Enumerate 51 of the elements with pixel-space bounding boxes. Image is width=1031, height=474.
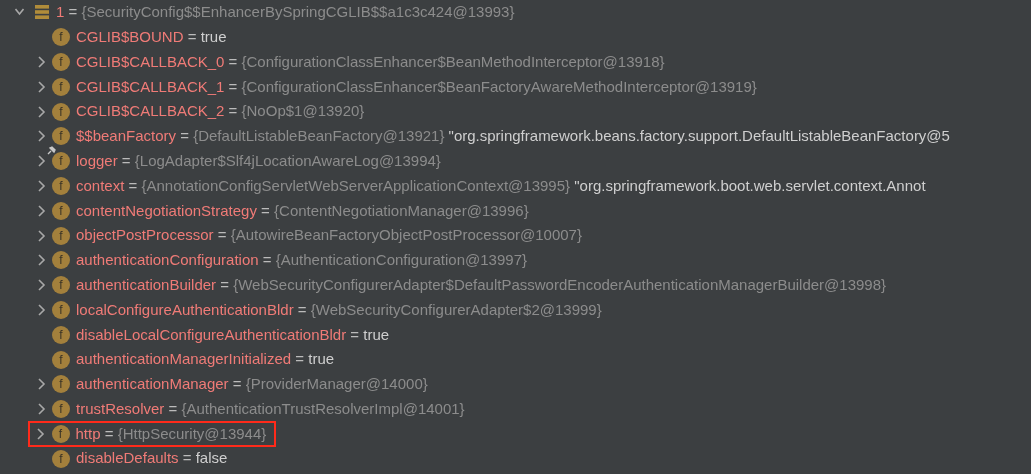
field-icon: f	[52, 53, 70, 71]
expand-chevron-icon[interactable]	[36, 56, 46, 68]
field-icon: f	[52, 226, 70, 245]
field-icon: f	[52, 400, 70, 419]
field-icon: f	[52, 201, 70, 220]
variable-entry: objectPostProcessor = {AutowireBeanFactoryObjectPostProcessor@10007}	[76, 225, 582, 246]
expand-chevron-icon[interactable]	[36, 155, 46, 168]
field-icon: f	[52, 77, 70, 96]
expand-chevron-icon[interactable]	[36, 229, 46, 242]
expand-chevron-icon[interactable]	[36, 204, 46, 217]
field-icon: f	[52, 276, 70, 295]
variable-entry: CGLIB$CALLBACK_1 = {ConfigurationClassEnhancer$BeanFactoryAwareMethodInterceptor@13919}	[76, 76, 757, 97]
variable-entry: disableDefaults = false	[76, 448, 228, 469]
field-icon: f	[52, 449, 70, 468]
field-icon: f	[51, 424, 70, 443]
variable-entry: CGLIB$CALLBACK_2 = {NoOp$1@13920}	[76, 101, 365, 122]
variable-entry: contentNegotiationStrategy = {ContentNegotiationManager@13996}	[76, 200, 529, 221]
expand-chevron-icon[interactable]	[36, 279, 46, 292]
variable-entry: CGLIB$CALLBACK_0 = {ConfigurationClassEnhancer$BeanMethodInterceptor@13918}	[76, 51, 665, 72]
variable-entry: localConfigureAuthenticationBldr = {WebSecurityConfigurerAdapter$2@13999}	[76, 299, 602, 320]
expand-chevron-icon[interactable]	[36, 254, 46, 267]
field-icon: f	[52, 102, 70, 121]
field-icon: f	[52, 251, 70, 270]
variable-entry: CGLIB$BOUND = true	[76, 26, 227, 47]
expand-chevron-icon[interactable]	[36, 303, 46, 316]
variable-entry: trustResolver = {AuthenticationTrustResolverImpl@14001}	[76, 398, 465, 419]
variable-entry: authenticationManagerInitialized = true	[76, 349, 335, 370]
expand-chevron-icon[interactable]	[36, 403, 46, 416]
variable-entry: context = {AnnotationConfigServletWebServerApplicationContext@13995} "org.springframework.boot.web.servlet.context.Annot	[76, 175, 926, 196]
variable-entry: authenticationBuilder = {WebSecurityConfigurerAdapter$DefaultPasswordEncoderAuthenticationManagerBuilder@13998}	[76, 274, 887, 295]
field-icon: f	[52, 300, 70, 319]
expand-chevron-icon[interactable]	[36, 105, 46, 118]
field-icon: f	[52, 350, 70, 369]
field-icon: f	[52, 127, 70, 146]
variable-entry: $$beanFactory = {DefaultListableBeanFactory@13921} "org.springframework.beans.factory.support.DefaultListableBeanFactory@5	[76, 126, 950, 147]
expand-chevron-icon[interactable]	[36, 378, 46, 391]
variable-entry: disableLocalConfigureAuthenticationBldr = true	[76, 324, 390, 345]
expand-chevron-icon[interactable]	[36, 80, 46, 93]
variable-entry: authenticationManager = {ProviderManager@14000}	[76, 374, 428, 395]
list-icon	[34, 4, 50, 21]
variable-entry: http = {HttpSecurity@13944}	[75, 423, 267, 444]
field-icon: f	[52, 28, 70, 47]
field-icon: f	[52, 375, 70, 394]
variable-entry: 1 = {SecurityConfig$$EnhancerBySpringCGLIB$$a1c3c424@13993}	[56, 2, 515, 23]
variable-entry: authenticationConfiguration = {AuthenticationConfiguration@13997}	[76, 250, 527, 271]
expand-chevron-icon[interactable]	[36, 130, 46, 143]
variable-entry: logger = {LogAdapter$Slf4jLocationAwareLog@13994}	[76, 150, 441, 171]
expand-chevron-icon[interactable]	[36, 179, 46, 192]
expand-chevron-icon[interactable]	[36, 427, 45, 440]
field-icon: f	[52, 325, 70, 344]
field-icon: f	[52, 176, 70, 195]
